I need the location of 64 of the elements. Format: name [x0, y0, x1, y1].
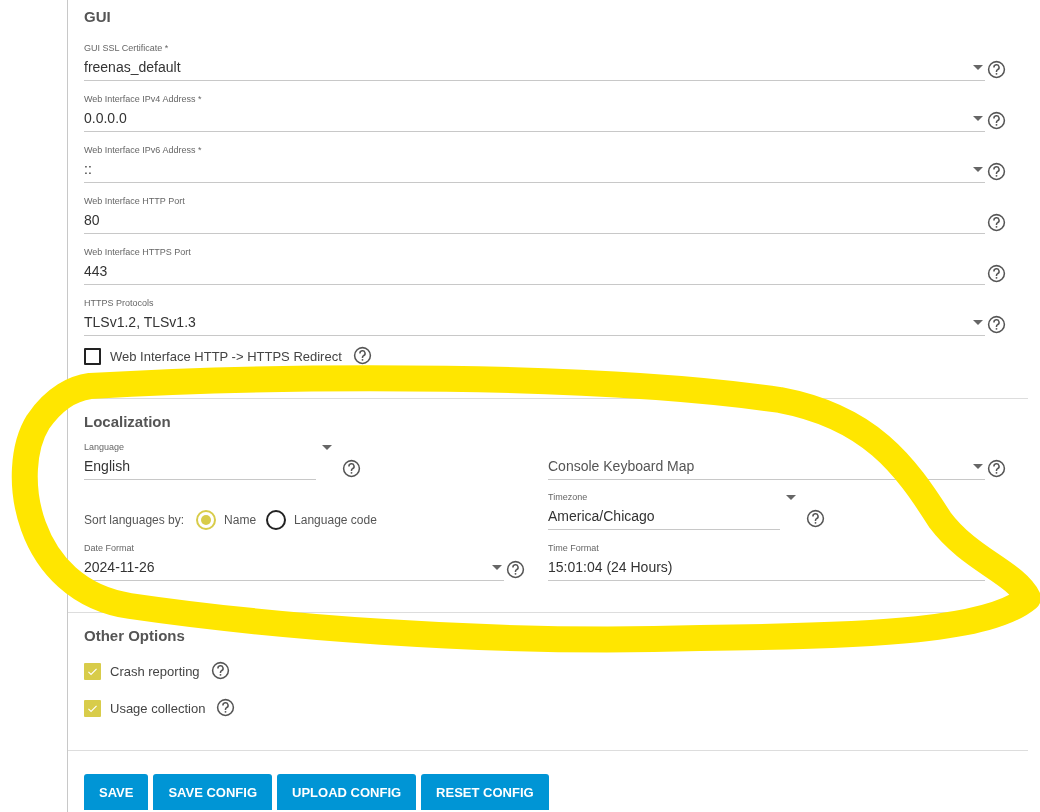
- help-icon[interactable]: [987, 315, 1006, 334]
- caret-icon[interactable]: [786, 495, 796, 500]
- help-icon[interactable]: [210, 661, 230, 680]
- section-title: Other Options: [84, 627, 186, 644]
- field-value: 2024-11-26: [84, 558, 156, 577]
- caret-icon[interactable]: [322, 445, 332, 450]
- field-value: ::: [84, 160, 93, 179]
- help-icon[interactable]: [806, 509, 825, 528]
- field-label: Date Format: [84, 542, 135, 554]
- input-field[interactable]: Web Interface HTTP Port 80: [84, 195, 985, 234]
- select-field[interactable]: HTTPS Protocols TLSv1.2, TLSv1.3: [84, 297, 985, 336]
- help-icon[interactable]: [987, 264, 1006, 283]
- field-value: freenas_default: [84, 58, 182, 77]
- field-label: GUI SSL Certificate *: [84, 42, 170, 54]
- select-field[interactable]: Date Format 2024-11-26: [84, 542, 504, 581]
- field-value: TLSv1.2, TLSv1.3: [84, 313, 197, 332]
- caret-icon[interactable]: [492, 564, 502, 570]
- help-icon[interactable]: [352, 346, 372, 365]
- caret-icon[interactable]: [973, 319, 983, 325]
- select-field[interactable]: Web Interface IPv6 Address * ::: [84, 144, 985, 183]
- help-icon[interactable]: [987, 459, 1006, 478]
- section-title: GUI: [84, 8, 112, 25]
- field-label: Web Interface IPv6 Address *: [84, 144, 203, 156]
- field-value: 0.0.0.0: [84, 109, 128, 128]
- input-field[interactable]: Web Interface HTTPS Port 443: [84, 246, 985, 285]
- field-label: Web Interface HTTPS Port: [84, 246, 192, 258]
- help-icon[interactable]: [987, 111, 1006, 130]
- help-icon[interactable]: [506, 560, 525, 579]
- caret-icon[interactable]: [973, 166, 983, 172]
- caret-icon[interactable]: [973, 463, 983, 469]
- field-label: HTTPS Protocols: [84, 297, 155, 309]
- select-field[interactable]: Language English: [84, 441, 316, 480]
- field-placeholder: Console Keyboard Map: [548, 457, 696, 476]
- field-value: English: [84, 457, 131, 476]
- select-field[interactable]: Time Format 15:01:04 (24 Hours): [548, 542, 985, 581]
- caret-icon[interactable]: [973, 64, 983, 70]
- radio-label: Language code: [294, 513, 377, 527]
- section-title: Localization: [84, 413, 172, 430]
- field-label: Language: [84, 441, 126, 453]
- caret-icon[interactable]: [973, 115, 983, 121]
- select-field[interactable]: Web Interface IPv4 Address * 0.0.0.0: [84, 93, 985, 132]
- checkbox[interactable]: [84, 348, 101, 365]
- help-icon[interactable]: [987, 213, 1006, 232]
- radio-button[interactable]: [266, 510, 287, 530]
- radio-group-label: Sort languages by:: [84, 513, 185, 527]
- select-field[interactable]: Timezone America/Chicago: [548, 491, 780, 530]
- checkbox-label: Usage collection: [110, 701, 206, 716]
- radio-label: Name: [224, 513, 257, 527]
- checkbox-label: Web Interface HTTP -> HTTPS Redirect: [110, 349, 342, 364]
- field-value: 443: [84, 262, 109, 281]
- field-value: America/Chicago: [548, 507, 656, 526]
- field-label: Timezone: [548, 491, 589, 503]
- help-icon[interactable]: [342, 459, 361, 478]
- select-field[interactable]: Console Keyboard Map: [548, 456, 985, 480]
- select-field[interactable]: GUI SSL Certificate * freenas_default: [84, 42, 985, 81]
- help-icon[interactable]: [216, 698, 236, 717]
- field-label: Web Interface IPv4 Address *: [84, 93, 203, 105]
- help-icon[interactable]: [987, 60, 1006, 79]
- field-label: Web Interface HTTP Port: [84, 195, 186, 207]
- field-value: 80: [84, 211, 101, 230]
- field-label: Time Format: [548, 542, 600, 554]
- checkbox-label: Crash reporting: [110, 664, 200, 679]
- field-value: 15:01:04 (24 Hours): [548, 558, 674, 577]
- help-icon[interactable]: [987, 162, 1006, 181]
